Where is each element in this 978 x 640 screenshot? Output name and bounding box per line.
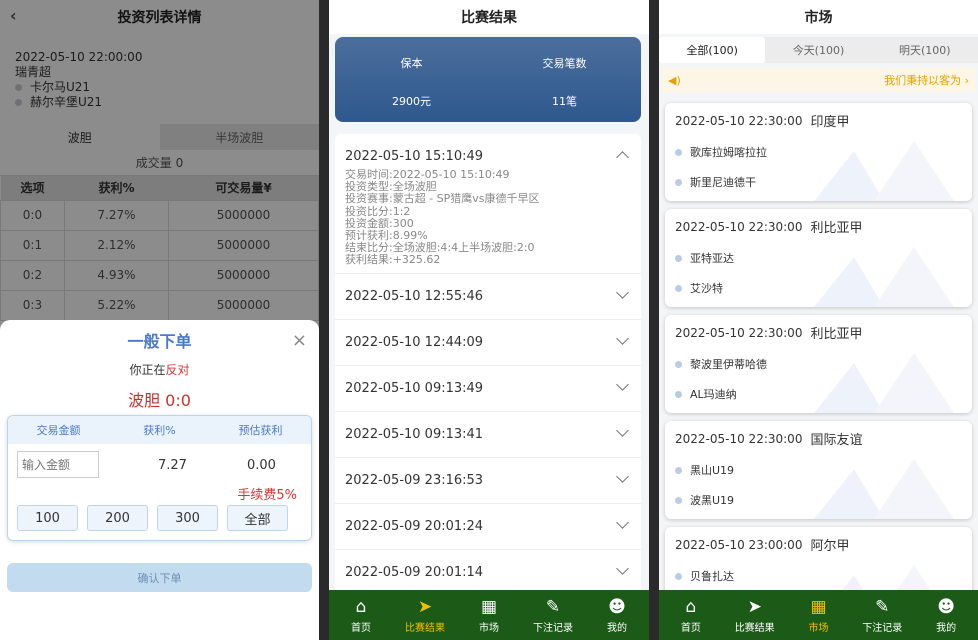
bottom-nav: ⌂ 首页 ➤ 比赛结果 ▦ 市场 ✎ 下注记录 ☻ 我的 <box>659 590 978 640</box>
fee-label: 手续费5% <box>237 488 297 503</box>
quick-200-button[interactable]: 200 <box>87 505 148 531</box>
profile-icon: ☻ <box>937 596 955 617</box>
list-item[interactable]: 2022-05-10 12:55:46 <box>335 274 641 320</box>
list-item[interactable]: 2022-05-09 23:16:53 <box>335 458 641 504</box>
quick-300-button[interactable]: 300 <box>157 505 218 531</box>
team-dot-icon <box>675 254 682 262</box>
tab-all[interactable]: 全部(100) <box>659 37 766 63</box>
page-title: 市场 <box>804 10 833 26</box>
list-item[interactable]: 2022-05-10 12:44:09 <box>335 320 641 366</box>
order-sheet: 一般下单 × 你正在反对 波胆 0:0 交易金额 获利% 预估获利 7.27 0… <box>0 320 319 640</box>
summary-card: 保本 2900元 交易笔数 11笔 <box>335 37 641 122</box>
team-dot-icon <box>675 390 682 398</box>
investment-detail-panel: ‹ 投资列表详情 2022-05-10 22:00:00 瑞青超 卡尔马U21 … <box>0 0 319 640</box>
nav-records[interactable]: ✎ 下注记录 <box>521 590 585 640</box>
nav-home[interactable]: ⌂ 首页 <box>659 590 723 640</box>
amount-input[interactable] <box>17 451 99 478</box>
team-dot-icon <box>675 496 682 504</box>
decor-graphic-icon <box>814 353 954 413</box>
sheet-title: 一般下单 <box>127 332 192 351</box>
page-title: 比赛结果 <box>461 10 517 26</box>
tab-tomorrow[interactable]: 明天(100) <box>872 37 978 63</box>
match-card[interactable]: 2022-05-10 22:30:00 印度甲 歌库拉姆喀拉拉 斯里尼迪德干 <box>665 103 972 201</box>
market-icon: ▦ <box>480 596 498 617</box>
summary-count: 交易笔数 11笔 <box>542 57 587 108</box>
match-card[interactable]: 2022-05-10 22:30:00 国际友谊 黑山U19 波黑U19 <box>665 421 972 519</box>
record-icon: ✎ <box>545 596 561 617</box>
list-item[interactable]: 2022-05-10 15:10:49 交易时间:2022-05-10 15:1… <box>335 134 641 274</box>
team-dot-icon <box>675 148 682 156</box>
send-icon: ➤ <box>747 596 762 617</box>
market-header: 市场 <box>659 0 978 34</box>
match-card[interactable]: 2022-05-10 22:30:00 利比亚甲 亚特亚达 艾沙特 <box>665 209 972 307</box>
team-dot-icon <box>675 466 682 474</box>
market-panel: 市场 全部(100) 今天(100) 明天(100) ◀) 我们秉持以客为 › … <box>659 0 978 640</box>
records-list: 2022-05-10 15:10:49 交易时间:2022-05-10 15:1… <box>335 134 641 594</box>
results-header: 比赛结果 <box>329 0 649 34</box>
confirm-order-button[interactable]: 确认下单 <box>7 563 312 592</box>
nav-home[interactable]: ⌂ 首页 <box>329 590 393 640</box>
list-item[interactable]: 2022-05-09 20:01:14 <box>335 550 641 594</box>
nav-profile[interactable]: ☻ 我的 <box>585 590 649 640</box>
decor-graphic-icon <box>814 459 954 519</box>
quick-100-button[interactable]: 100 <box>17 505 78 531</box>
nav-records[interactable]: ✎ 下注记录 <box>850 590 914 640</box>
decor-graphic-icon <box>814 247 954 307</box>
speaker-icon: ◀) <box>668 73 681 87</box>
profit-rate: 7.27 <box>158 458 187 473</box>
team-dot-icon <box>675 360 682 368</box>
notice-text: 我们秉持以客为 › <box>884 74 969 87</box>
summary-principal: 保本 2900元 <box>392 57 431 108</box>
selected-pick: 波胆 0:0 <box>128 391 191 410</box>
against-text: 你正在反对 <box>129 363 190 377</box>
estimated-profit: 0.00 <box>247 458 276 473</box>
decor-graphic-icon <box>814 141 954 201</box>
bottom-nav: ⌂ 首页 ➤ 比赛结果 ▦ 市场 ✎ 下注记录 ☻ 我的 <box>329 590 649 640</box>
nav-market[interactable]: ▦ 市场 <box>457 590 521 640</box>
team-dot-icon <box>675 284 682 292</box>
send-icon: ➤ <box>417 596 433 617</box>
quick-all-button[interactable]: 全部 <box>227 505 288 531</box>
results-panel: 比赛结果 保本 2900元 交易笔数 11笔 2022-05-10 15:10:49… <box>329 0 649 640</box>
date-tabs: 全部(100) 今天(100) 明天(100) <box>659 37 978 63</box>
order-box-header: 交易金额 获利% 预估获利 <box>8 416 311 444</box>
order-box: 交易金额 获利% 预估获利 7.27 0.00 手续费5% 100 200 30… <box>7 415 312 541</box>
list-item[interactable]: 2022-05-09 20:01:24 <box>335 504 641 550</box>
nav-results[interactable]: ➤ 比赛结果 <box>393 590 457 640</box>
record-detail: 交易时间:2022-05-10 15:10:49 投资类型:全场波胆 投资赛事:… <box>345 168 540 267</box>
nav-market[interactable]: ▦ 市场 <box>787 590 851 640</box>
team-dot-icon <box>675 178 682 186</box>
home-icon: ⌂ <box>355 596 367 617</box>
team-dot-icon <box>675 572 682 580</box>
list-item[interactable]: 2022-05-10 09:13:41 <box>335 412 641 458</box>
home-icon: ⌂ <box>685 596 697 617</box>
list-item[interactable]: 2022-05-10 09:13:49 <box>335 366 641 412</box>
record-icon: ✎ <box>875 596 890 617</box>
profile-icon: ☻ <box>608 596 626 617</box>
tab-today[interactable]: 今天(100) <box>765 37 871 63</box>
market-icon: ▦ <box>810 596 827 617</box>
nav-results[interactable]: ➤ 比赛结果 <box>723 590 787 640</box>
nav-profile[interactable]: ☻ 我的 <box>914 590 978 640</box>
match-card[interactable]: 2022-05-10 22:30:00 利比亚甲 黎波里伊蒂哈德 AL玛迪纳 <box>665 315 972 413</box>
notice-bar[interactable]: ◀) 我们秉持以客为 › <box>662 68 975 92</box>
close-icon[interactable]: × <box>292 330 307 351</box>
